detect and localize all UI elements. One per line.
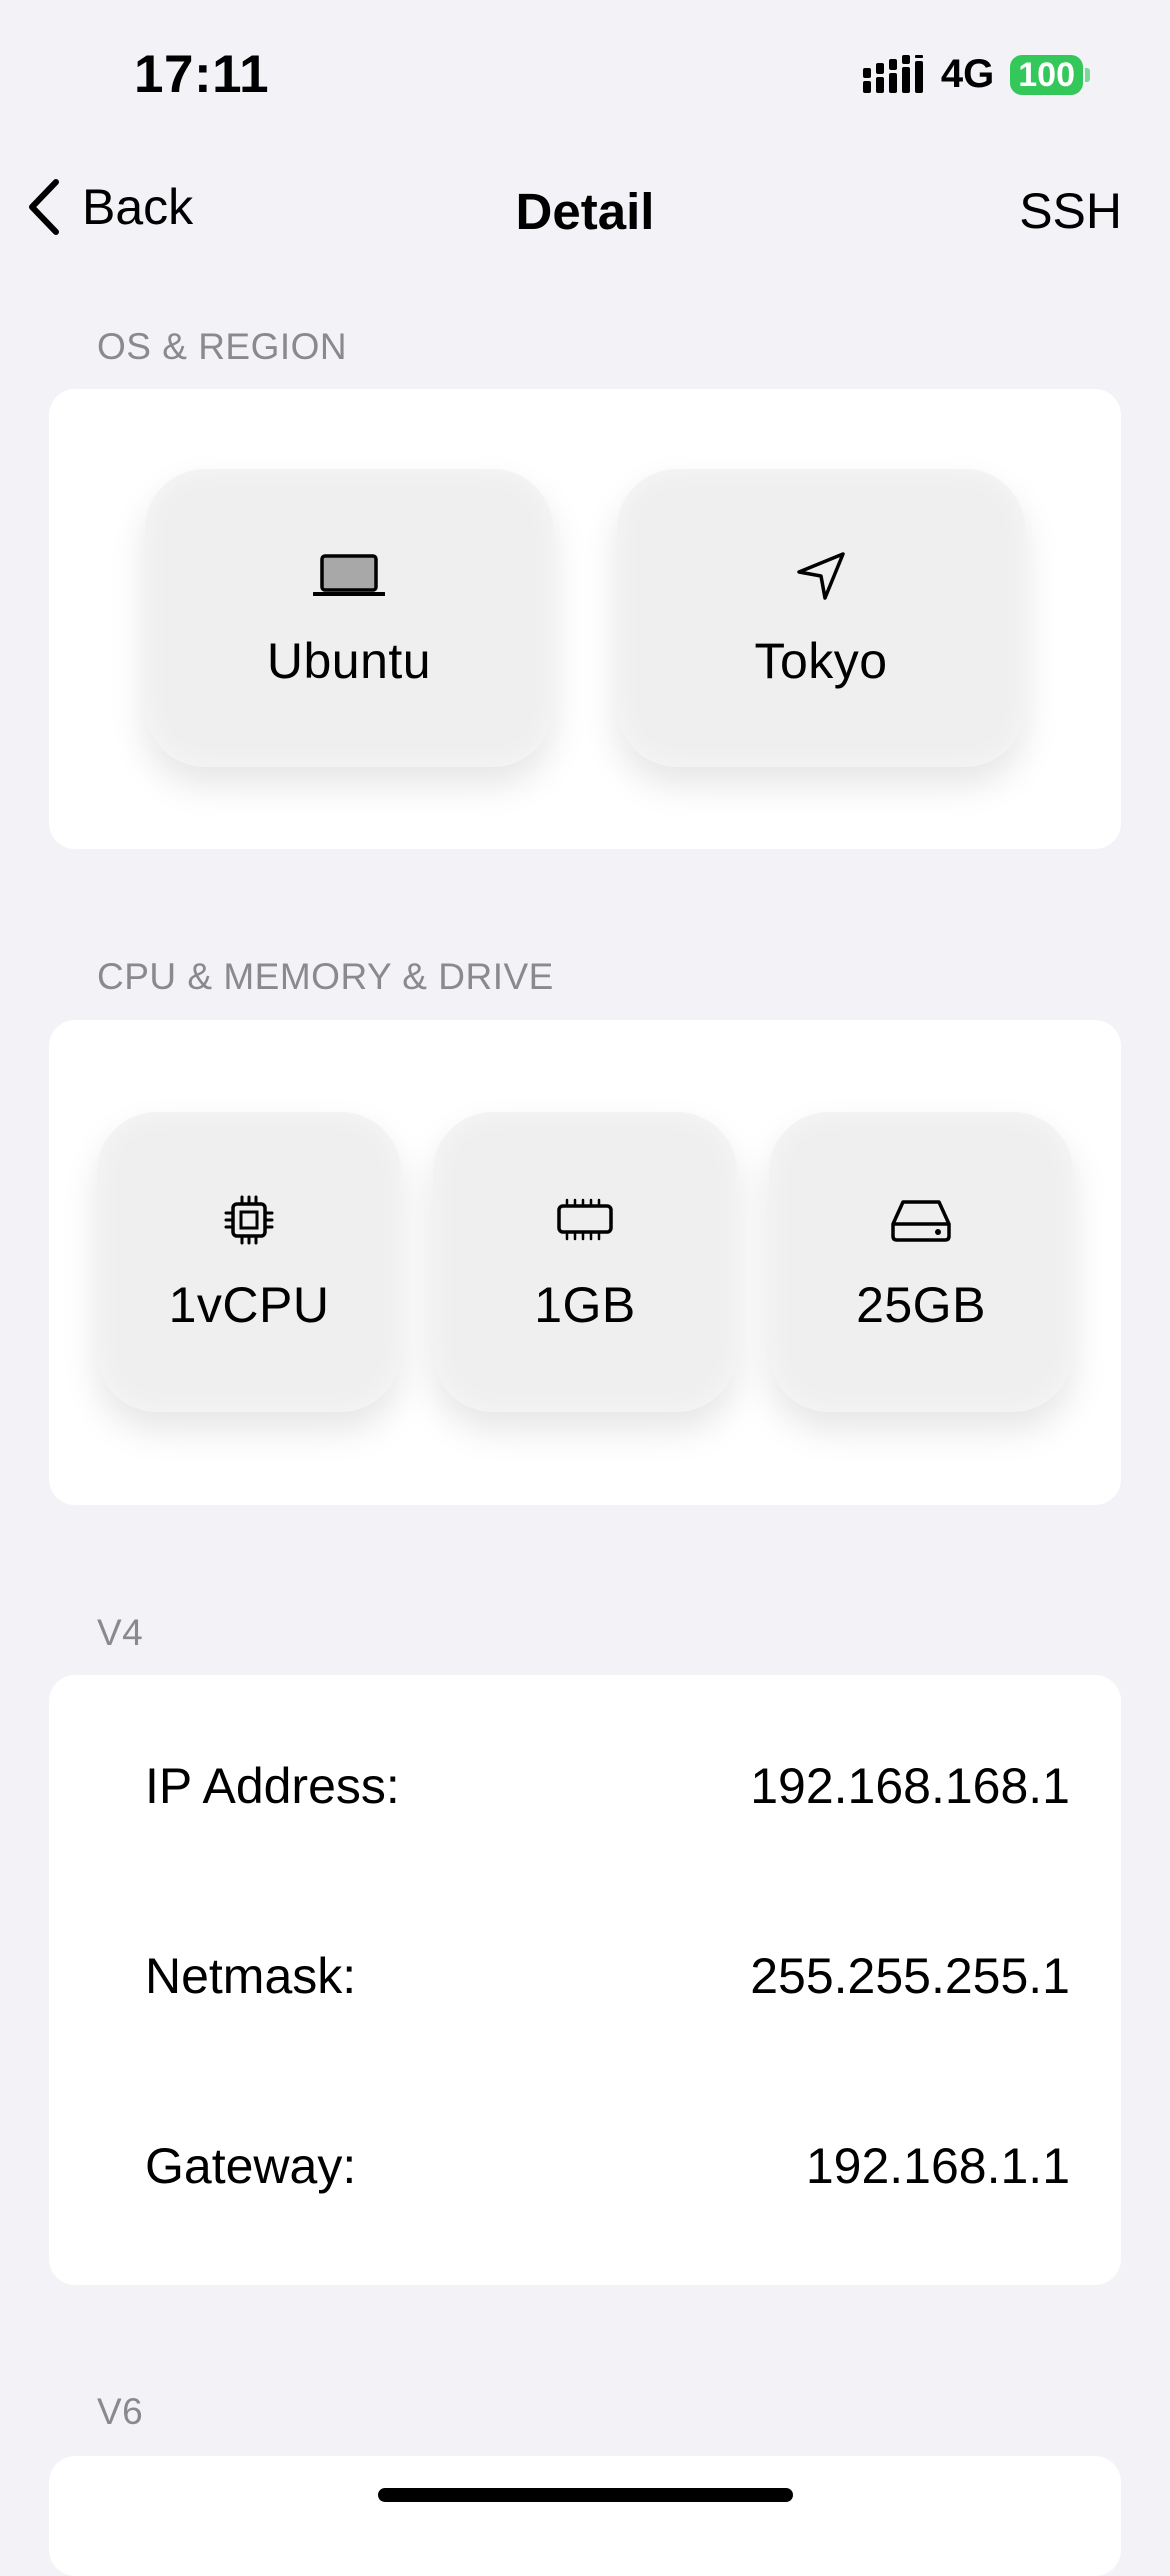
ip-address-value: 192.168.168.1 (750, 1758, 1070, 1814)
section-header-os-region: OS & REGION (97, 326, 348, 367)
cpu-memory-drive-card: 1vCPU 1GB 25GB (49, 1020, 1121, 1505)
drive-tile[interactable]: 25GB (769, 1112, 1073, 1412)
ip-address-key: IP Address: (145, 1758, 400, 1814)
cpu-tile[interactable]: 1vCPU (97, 1112, 401, 1412)
memory-label: 1GB (534, 1277, 636, 1333)
ssh-button[interactable]: SSH (1019, 182, 1122, 240)
gateway-value: 192.168.1.1 (805, 2138, 1070, 2194)
status-time: 17:11 (134, 45, 270, 104)
hard-drive-icon (889, 1190, 953, 1250)
location-arrow-icon (795, 546, 847, 606)
region-tile[interactable]: Tokyo (617, 469, 1025, 767)
status-indicators: 4G 100 (862, 52, 1090, 97)
signal-bars-icon (862, 54, 923, 93)
section-header-cpu-memory-drive: CPU & MEMORY & DRIVE (97, 956, 554, 997)
ip-address-row: IP Address: 192.168.168.1 (145, 1757, 1070, 1815)
os-label: Ubuntu (266, 633, 432, 689)
status-bar: 17:11 4G 100 (0, 0, 1170, 150)
netmask-value: 255.255.255.1 (750, 1948, 1070, 2004)
battery-level: 100 (1010, 54, 1083, 95)
gateway-row: Gateway: 192.168.1.1 (145, 2137, 1070, 2195)
navigation-bar: Back Detail SSH (0, 160, 1170, 260)
drive-label: 25GB (856, 1277, 986, 1333)
section-header-v6: V6 (97, 2391, 144, 2432)
memory-tile[interactable]: 1GB (433, 1112, 737, 1412)
gateway-key: Gateway: (145, 2138, 357, 2194)
battery-cap (1085, 67, 1090, 82)
region-label: Tokyo (754, 633, 888, 689)
memory-icon (555, 1190, 615, 1250)
network-type: 4G (940, 52, 995, 96)
laptop-icon (313, 546, 385, 606)
netmask-key: Netmask: (145, 1948, 357, 2004)
home-indicator[interactable] (378, 2488, 793, 2502)
battery-icon: 100 (1010, 54, 1090, 95)
cpu-label: 1vCPU (168, 1277, 330, 1333)
v6-card (49, 2456, 1121, 2576)
os-region-card: Ubuntu Tokyo (49, 389, 1121, 849)
page-title: Detail (515, 183, 655, 240)
section-header-v4: V4 (97, 1612, 144, 1653)
cpu-chip-icon (223, 1190, 275, 1250)
netmask-row: Netmask: 255.255.255.1 (145, 1947, 1070, 2005)
os-tile[interactable]: Ubuntu (145, 469, 553, 767)
v4-card: IP Address: 192.168.168.1 Netmask: 255.2… (49, 1675, 1121, 2285)
